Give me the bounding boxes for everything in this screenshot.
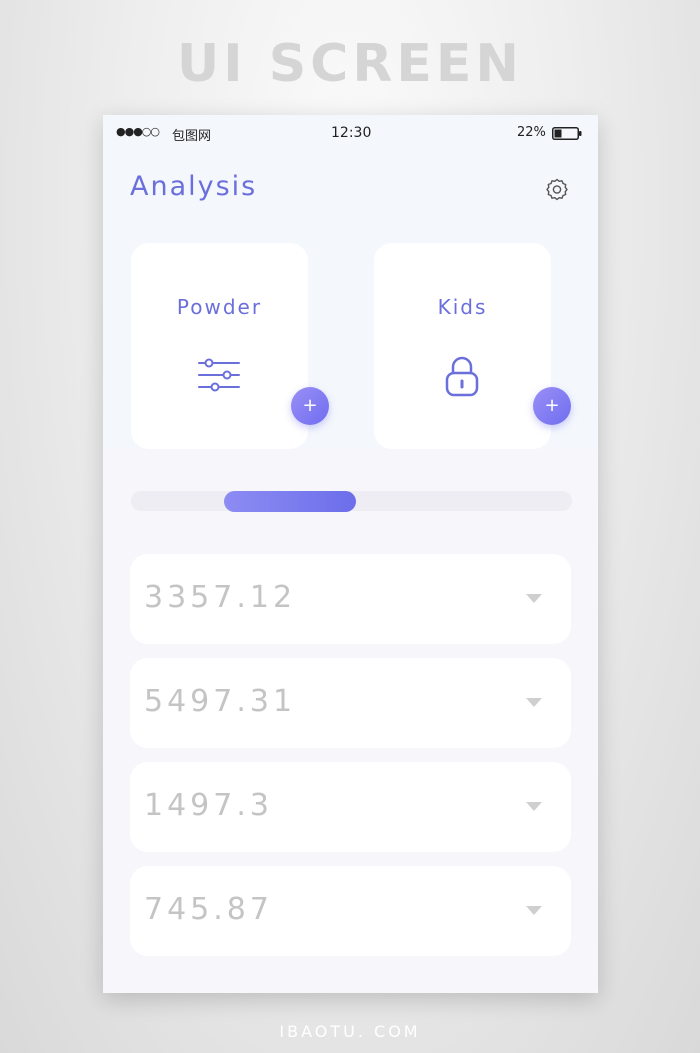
background-title: UI SCREEN	[177, 34, 523, 94]
value-row-2[interactable]: 5497.31	[130, 658, 571, 748]
footer-watermark-text: IBAOTU. COM	[279, 1022, 421, 1041]
gear-icon[interactable]	[544, 177, 570, 203]
caret-down-icon[interactable]	[526, 698, 542, 707]
battery-percentage: 22%	[517, 125, 546, 140]
value-row-4[interactable]: 745.87	[130, 866, 571, 956]
value-row-3[interactable]: 1497.3	[130, 762, 571, 852]
caret-down-icon[interactable]	[526, 802, 542, 811]
value-text: 1497.3	[144, 788, 273, 823]
lock-icon	[445, 356, 479, 397]
status-time: 12:30	[331, 125, 372, 141]
page-title: Analysis	[130, 171, 258, 202]
carrier-name: 包图网	[172, 129, 212, 144]
caret-down-icon[interactable]	[526, 594, 542, 603]
card-label-kids: Kids	[437, 295, 488, 319]
value-text: 3357.12	[144, 580, 297, 615]
progress-track[interactable]	[131, 491, 572, 512]
battery-icon	[552, 127, 582, 140]
card-kids[interactable]: Kids	[374, 243, 551, 449]
progress-fill[interactable]	[224, 491, 356, 512]
caret-down-icon[interactable]	[526, 906, 542, 915]
card-powder[interactable]: Powder	[131, 243, 308, 449]
add-powder-button[interactable]: +	[291, 387, 329, 425]
status-bar: ●●●○○ 包图网 12:30 22%	[103, 115, 598, 151]
phone-screen: ●●●○○ 包图网 12:30 22% Analysis Powder Kids…	[103, 115, 598, 993]
signal-strength-icon: ●●●○○	[116, 125, 160, 138]
card-label-powder: Powder	[176, 295, 263, 319]
value-row-1[interactable]: 3357.12	[130, 554, 571, 644]
add-kids-button[interactable]: +	[533, 387, 571, 425]
value-text: 745.87	[144, 892, 273, 927]
sliders-icon	[198, 358, 240, 392]
value-text: 5497.31	[144, 684, 297, 719]
